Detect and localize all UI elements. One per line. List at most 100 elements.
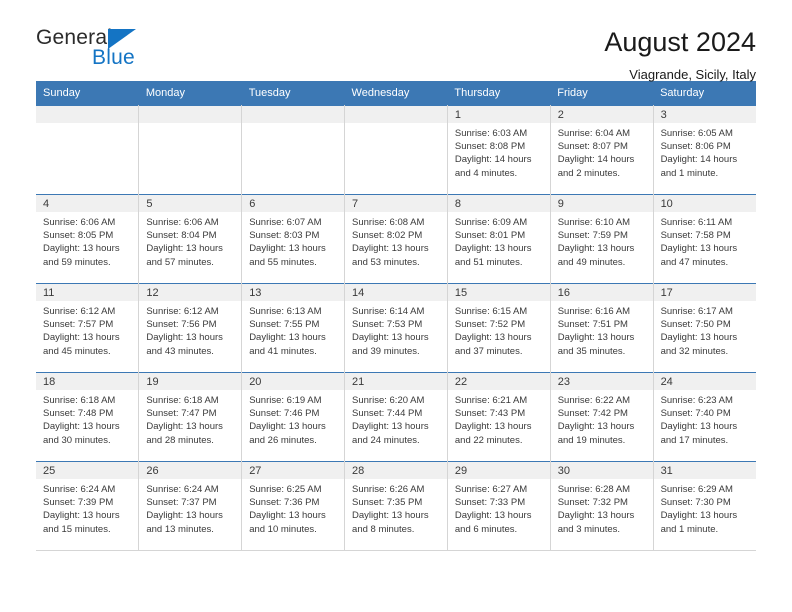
daylight-duration-line2: and 35 minutes. — [557, 345, 626, 357]
day-details: Sunrise: 6:26 AM Sunset: 7:35 PM Daylight:… — [345, 479, 447, 536]
calendar-day-cell[interactable]: 21 Sunrise: 6:20 AM Sunset: 7:44 PM Dayligh… — [344, 372, 448, 462]
sunrise-time: Sunrise: 6:06 AM — [43, 217, 116, 228]
day-number: 4 — [36, 195, 139, 212]
calendar-day-cell[interactable]: 8 Sunrise: 6:09 AM Sunset: 8:01 PM Daylight… — [447, 194, 551, 284]
calendar-day-cell-empty — [241, 105, 346, 195]
day-details: Sunrise: 6:13 AM Sunset: 7:55 PM Daylight:… — [242, 301, 344, 358]
daylight-duration-line2: and 47 minutes. — [660, 256, 729, 268]
daylight-duration-line1: Daylight: 13 hours — [660, 510, 738, 522]
calendar-day-cell[interactable]: 4 Sunrise: 6:06 AM Sunset: 8:05 PM Daylight… — [36, 194, 140, 284]
calendar-day-cell[interactable]: 24 Sunrise: 6:23 AM Sunset: 7:40 PM Dayligh… — [653, 372, 756, 462]
sunset-time: Sunset: 8:03 PM — [249, 230, 320, 242]
day-details: Sunrise: 6:07 AM Sunset: 8:03 PM Daylight:… — [242, 212, 344, 269]
daylight-duration-line1: Daylight: 13 hours — [146, 332, 223, 344]
calendar-day-cell[interactable]: 13 Sunrise: 6:13 AM Sunset: 7:55 PM Dayligh… — [241, 283, 346, 373]
daylight-duration-line1: Daylight: 13 hours — [557, 510, 635, 522]
calendar-day-cell[interactable]: 23 Sunrise: 6:22 AM Sunset: 7:42 PM Dayligh… — [550, 372, 654, 462]
calendar-day-cell[interactable]: 7 Sunrise: 6:08 AM Sunset: 8:02 PM Daylight… — [344, 194, 448, 284]
calendar-day-cell[interactable]: 10 Sunrise: 6:11 AM Sunset: 7:58 PM Dayligh… — [653, 194, 756, 284]
day-details: Sunrise: 6:17 AM Sunset: 7:50 PM Daylight:… — [654, 301, 756, 358]
calendar-page: General Blue August 2024 Viagrande, Sici… — [0, 0, 792, 612]
day-number: 29 — [447, 462, 550, 479]
day-details: Sunrise: 6:12 AM Sunset: 7:57 PM Daylight:… — [36, 301, 138, 358]
calendar-day-cell[interactable]: 29 Sunrise: 6:27 AM Sunset: 7:33 PM Dayligh… — [447, 461, 551, 551]
calendar-day-cell[interactable]: 18 Sunrise: 6:18 AM Sunset: 7:48 PM Dayligh… — [36, 372, 140, 462]
calendar-day-cell[interactable]: 12 Sunrise: 6:12 AM Sunset: 7:56 PM Dayligh… — [138, 283, 243, 373]
daylight-duration-line1: Daylight: 13 hours — [43, 332, 120, 344]
calendar-day-cell[interactable]: 30 Sunrise: 6:28 AM Sunset: 7:32 PM Dayligh… — [550, 461, 654, 551]
weekday-header-saturday: Saturday — [653, 81, 756, 106]
logo-text-blue: Blue — [92, 46, 135, 69]
calendar-day-cell[interactable]: 26 Sunrise: 6:24 AM Sunset: 7:37 PM Dayligh… — [138, 461, 243, 551]
daylight-duration-line2: and 2 minutes. — [557, 167, 621, 179]
day-details: Sunrise: 6:06 AM Sunset: 8:04 PM Daylight:… — [139, 212, 241, 269]
daylight-duration-line1: Daylight: 13 hours — [249, 332, 326, 344]
calendar-day-cell[interactable]: 5 Sunrise: 6:06 AM Sunset: 8:04 PM Daylight… — [138, 194, 243, 284]
calendar-day-cell[interactable]: 6 Sunrise: 6:07 AM Sunset: 8:03 PM Daylight… — [241, 194, 346, 284]
day-number: 23 — [550, 373, 653, 390]
weekday-header-tuesday: Tuesday — [241, 81, 345, 106]
sunset-time: Sunset: 7:44 PM — [352, 408, 423, 420]
calendar-day-cell[interactable]: 31 Sunrise: 6:29 AM Sunset: 7:30 PM Dayligh… — [653, 461, 756, 551]
sunset-time: Sunset: 7:40 PM — [660, 408, 731, 420]
daylight-duration-line1: Daylight: 13 hours — [352, 332, 429, 344]
day-number: 5 — [139, 195, 242, 212]
sunset-time: Sunset: 7:36 PM — [249, 497, 320, 509]
day-details: Sunrise: 6:15 AM Sunset: 7:52 PM Daylight:… — [448, 301, 550, 358]
calendar-day-cell[interactable]: 15 Sunrise: 6:15 AM Sunset: 7:52 PM Dayligh… — [447, 283, 551, 373]
daylight-duration-line1: Daylight: 13 hours — [352, 421, 429, 433]
calendar-day-cell[interactable]: 22 Sunrise: 6:21 AM Sunset: 7:43 PM Dayligh… — [447, 372, 551, 462]
daylight-duration-line2: and 51 minutes. — [454, 256, 523, 268]
sunset-time: Sunset: 8:07 PM — [557, 141, 628, 153]
day-details: Sunrise: 6:25 AM Sunset: 7:36 PM Daylight:… — [242, 479, 344, 536]
daylight-duration-line1: Daylight: 13 hours — [146, 243, 223, 255]
daylight-duration-line1: Daylight: 13 hours — [557, 421, 635, 433]
calendar-day-cell[interactable]: 16 Sunrise: 6:16 AM Sunset: 7:51 PM Dayligh… — [550, 283, 654, 373]
sunset-time: Sunset: 7:46 PM — [249, 408, 320, 420]
day-number-band — [139, 106, 242, 123]
daylight-duration-line2: and 39 minutes. — [352, 345, 420, 357]
day-number: 27 — [242, 462, 345, 479]
calendar-day-cell[interactable]: 1 Sunrise: 6:03 AM Sunset: 8:08 PM Daylight… — [447, 105, 551, 195]
calendar-day-cell[interactable]: 28 Sunrise: 6:26 AM Sunset: 7:35 PM Dayligh… — [344, 461, 448, 551]
day-details: Sunrise: 6:29 AM Sunset: 7:30 PM Daylight:… — [654, 479, 756, 536]
calendar-day-cell[interactable]: 27 Sunrise: 6:25 AM Sunset: 7:36 PM Dayligh… — [241, 461, 346, 551]
sunrise-time: Sunrise: 6:27 AM — [454, 484, 528, 495]
daylight-duration-line2: and 8 minutes. — [352, 523, 415, 535]
sunset-time: Sunset: 7:48 PM — [43, 408, 114, 420]
calendar-day-cell[interactable]: 20 Sunrise: 6:19 AM Sunset: 7:46 PM Dayligh… — [241, 372, 346, 462]
sunrise-time: Sunrise: 6:03 AM — [454, 128, 528, 139]
calendar-day-cell[interactable]: 2 Sunrise: 6:04 AM Sunset: 8:07 PM Daylight… — [550, 105, 654, 195]
sunset-time: Sunset: 7:59 PM — [557, 230, 628, 242]
day-number: 9 — [550, 195, 653, 212]
day-number: 18 — [36, 373, 139, 390]
day-details: Sunrise: 6:24 AM Sunset: 7:37 PM Daylight:… — [139, 479, 241, 536]
day-number: 8 — [447, 195, 550, 212]
day-details: Sunrise: 6:28 AM Sunset: 7:32 PM Daylight:… — [551, 479, 653, 536]
calendar-day-cell[interactable]: 3 Sunrise: 6:05 AM Sunset: 8:06 PM Daylight… — [653, 105, 756, 195]
daylight-duration-line2: and 4 minutes. — [454, 167, 518, 179]
daylight-duration-line1: Daylight: 13 hours — [454, 332, 532, 344]
calendar-day-cell[interactable]: 17 Sunrise: 6:17 AM Sunset: 7:50 PM Dayligh… — [653, 283, 756, 373]
day-details: Sunrise: 6:23 AM Sunset: 7:40 PM Daylight:… — [654, 390, 756, 447]
daylight-duration-line1: Daylight: 13 hours — [249, 421, 326, 433]
sunrise-time: Sunrise: 6:24 AM — [146, 484, 219, 495]
sunset-time: Sunset: 7:39 PM — [43, 497, 114, 509]
calendar-day-cell[interactable]: 25 Sunrise: 6:24 AM Sunset: 7:39 PM Dayligh… — [36, 461, 140, 551]
calendar-day-cell[interactable]: 9 Sunrise: 6:10 AM Sunset: 7:59 PM Daylight… — [550, 194, 654, 284]
weekday-header-thursday: Thursday — [447, 81, 551, 106]
daylight-duration-line1: Daylight: 13 hours — [43, 510, 120, 522]
day-details: Sunrise: 6:16 AM Sunset: 7:51 PM Daylight:… — [551, 301, 653, 358]
day-number: 3 — [653, 106, 756, 123]
sunset-time: Sunset: 7:33 PM — [454, 497, 526, 509]
calendar-day-cell[interactable]: 11 Sunrise: 6:12 AM Sunset: 7:57 PM Dayligh… — [36, 283, 140, 373]
calendar-day-cell[interactable]: 14 Sunrise: 6:14 AM Sunset: 7:53 PM Dayligh… — [344, 283, 448, 373]
general-blue-logo[interactable]: General Blue — [36, 26, 186, 74]
sunrise-time: Sunrise: 6:16 AM — [557, 306, 631, 317]
sunset-time: Sunset: 7:51 PM — [557, 319, 628, 331]
day-details: Sunrise: 6:06 AM Sunset: 8:05 PM Daylight:… — [36, 212, 138, 269]
sunrise-time: Sunrise: 6:13 AM — [249, 306, 322, 317]
sunrise-time: Sunrise: 6:06 AM — [146, 217, 219, 228]
day-details: Sunrise: 6:05 AM Sunset: 8:06 PM Daylight:… — [654, 123, 756, 180]
calendar-day-cell[interactable]: 19 Sunrise: 6:18 AM Sunset: 7:47 PM Dayligh… — [138, 372, 243, 462]
